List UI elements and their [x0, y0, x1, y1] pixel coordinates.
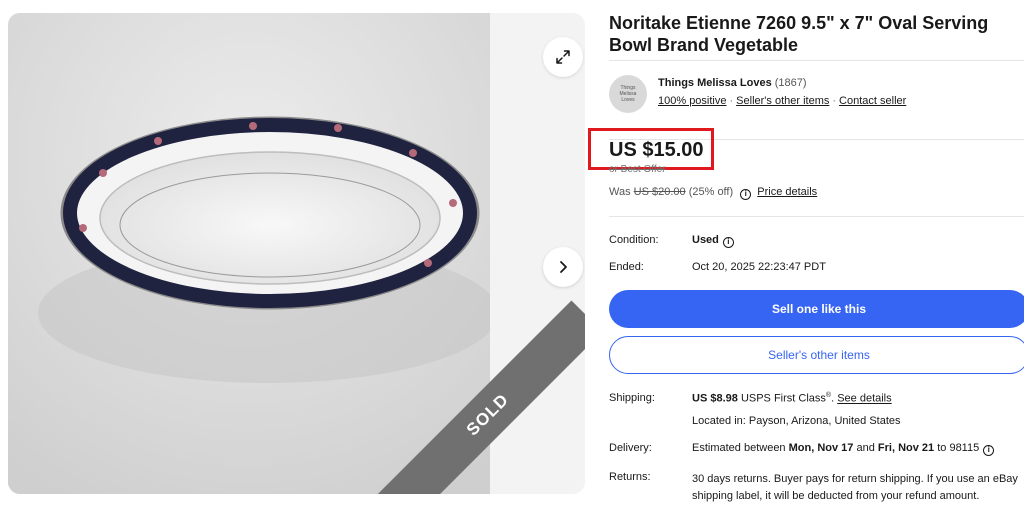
seller-positive-link[interactable]: 100% positive — [658, 95, 727, 107]
sellers-other-items-button[interactable]: Seller's other items — [609, 336, 1024, 374]
seller-name-line: Things Melissa Loves (1867) — [658, 77, 807, 89]
delivery-row: Delivery: Estimated between Mon, Nov 17 … — [609, 442, 1024, 456]
product-photo[interactable] — [8, 13, 490, 494]
image-gallery: SOLD — [8, 13, 585, 494]
shipping-price: US $8.98 — [692, 392, 738, 405]
shipping-label: Shipping: — [609, 392, 655, 404]
seller-links: 100% positive · Seller's other items · Conta… — [658, 95, 906, 107]
separator-dot: · — [729, 95, 734, 107]
seller-avatar[interactable]: Things Melissa Loves — [609, 75, 647, 113]
best-offer-label: or Best Offer — [609, 164, 666, 175]
condition-value: Used i — [692, 234, 737, 248]
seller-name[interactable]: Things Melissa Loves — [658, 77, 772, 89]
ended-row: Ended: Oct 20, 2025 22:23:47 PDT — [609, 261, 1024, 275]
returns-row: Returns: 30 days returns. Buyer pays for… — [609, 471, 1024, 507]
was-price: US $20.00 — [633, 186, 686, 198]
sell-one-like-this-button[interactable]: Sell one like this — [609, 290, 1024, 328]
delivery-end: Fri, Nov 21 — [877, 442, 935, 454]
was-price-line: Was US $20.00 (25% off) i Price details — [609, 186, 817, 200]
shipping-method: USPS First Class — [740, 392, 826, 405]
seller-other-items-link[interactable]: Seller's other items — [736, 95, 829, 107]
delivery-start: Mon, Nov 17 — [788, 442, 854, 454]
current-price: US $15.00 — [609, 139, 704, 161]
seller-feedback-count: (1867) — [774, 77, 807, 89]
price-details-link[interactable]: Price details — [757, 186, 817, 198]
condition-info-icon[interactable]: i — [722, 237, 734, 248]
ended-value: Oct 20, 2025 22:23:47 PDT — [692, 261, 826, 273]
listing-title: Noritake Etienne 7260 9.5" x 7" Oval Ser… — [609, 13, 989, 55]
item-location: Located in: Payson, Arizona, United Stat… — [692, 415, 901, 427]
discount-label: (25% off) — [688, 186, 734, 198]
delivery-zip: to 98115 — [937, 442, 980, 454]
separator-dot: · — [832, 95, 837, 107]
delivery-prefix: Estimated between — [692, 442, 786, 454]
returns-label: Returns: — [609, 471, 651, 483]
shipping-row: Shipping: US $8.98 USPS First Class®. Se… — [609, 392, 1024, 406]
next-image-button[interactable] — [543, 247, 583, 287]
ended-label: Ended: — [609, 261, 644, 273]
condition-label: Condition: — [609, 234, 659, 246]
info-icon[interactable]: i — [740, 189, 752, 200]
shipping-value: US $8.98 USPS First Class®. See details — [692, 392, 892, 405]
was-label: Was — [609, 186, 631, 198]
returns-policy-text: 30 days returns. Buyer pays for return s… — [692, 473, 1018, 502]
expand-arrows-icon — [556, 50, 570, 64]
delivery-value: Estimated between Mon, Nov 17 and Fri, N… — [692, 442, 997, 456]
chevron-right-icon — [560, 261, 567, 273]
condition-text: Used — [692, 234, 719, 246]
delivery-info-icon[interactable]: i — [983, 445, 995, 456]
location-row: Located in: Payson, Arizona, United Stat… — [609, 415, 1024, 429]
bowl-image — [8, 13, 490, 494]
expand-image-button[interactable] — [543, 37, 583, 77]
listing-info: Noritake Etienne 7260 9.5" x 7" Oval Ser… — [588, 12, 1024, 502]
condition-row: Condition: Used i — [609, 234, 1024, 248]
shipping-see-details-link[interactable]: See details — [837, 393, 891, 405]
registered-mark: ® — [825, 392, 832, 399]
contact-seller-link[interactable]: Contact seller — [839, 95, 906, 107]
delivery-label: Delivery: — [609, 442, 652, 454]
delivery-and: and — [856, 442, 875, 454]
divider — [609, 216, 1024, 217]
